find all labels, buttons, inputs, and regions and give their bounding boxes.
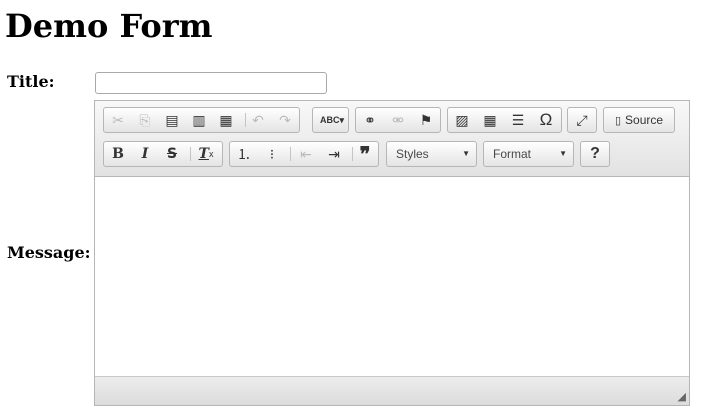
title-input[interactable]	[95, 72, 327, 94]
spellcheck-group: ABC▾	[312, 107, 349, 133]
outdent-icon[interactable]: ⇤	[292, 142, 320, 166]
basic-styles-group: B I S Tx	[103, 141, 223, 167]
message-label: Message:	[7, 243, 91, 262]
source-label: Source	[625, 113, 664, 127]
link-group: ⚭ ⚮ ⚑	[355, 107, 441, 133]
rich-text-editor: ✂ ⎘ ▤ ▥ ▦ ↶ ↷ ABC▾ ⚭ ⚮ ⚑ ▨ ▦ ☰ Ω ⤢ ▯ Sou…	[94, 100, 690, 406]
chevron-down-icon: ▼	[559, 149, 567, 158]
remove-format-icon[interactable]: Tx	[192, 142, 220, 166]
editor-content-area[interactable]	[95, 177, 689, 377]
source-group: ▯ Source	[603, 107, 675, 133]
help-icon[interactable]: ?	[581, 142, 609, 166]
title-label: Title:	[7, 72, 55, 91]
page-title: Demo Form	[5, 7, 213, 45]
table-icon[interactable]: ▦	[476, 108, 504, 132]
source-icon: ▯	[614, 114, 622, 127]
special-char-icon[interactable]: Ω	[532, 108, 560, 132]
link-icon[interactable]: ⚭	[356, 108, 384, 132]
image-icon[interactable]: ▨	[448, 108, 476, 132]
horizontal-line-icon[interactable]: ☰	[504, 108, 532, 132]
anchor-icon[interactable]: ⚑	[412, 108, 440, 132]
editor-bottom-bar: ◢	[95, 376, 689, 405]
resize-handle-icon[interactable]: ◢	[678, 390, 686, 403]
blockquote-icon[interactable]: ❞	[351, 142, 379, 166]
maximize-group: ⤢	[567, 107, 597, 133]
insert-group: ▨ ▦ ☰ Ω	[447, 107, 562, 133]
source-button[interactable]: ▯ Source	[604, 108, 674, 132]
cut-icon[interactable]: ✂	[104, 108, 132, 132]
paste-icon[interactable]: ▤	[158, 108, 186, 132]
paste-text-icon[interactable]: ▥	[185, 108, 213, 132]
paste-from-word-icon[interactable]: ▦	[212, 108, 240, 132]
clipboard-group: ✂ ⎘ ▤ ▥ ▦ ↶ ↷	[103, 107, 300, 133]
redo-icon[interactable]: ↷	[271, 108, 299, 132]
spellcheck-icon[interactable]: ABC▾	[315, 108, 349, 132]
bold-icon[interactable]: B	[104, 142, 132, 166]
styles-label: Styles	[396, 147, 429, 161]
undo-icon[interactable]: ↶	[244, 108, 272, 132]
italic-icon[interactable]: I	[131, 142, 159, 166]
format-dropdown[interactable]: Format ▼	[483, 141, 574, 167]
editor-toolbar: ✂ ⎘ ▤ ▥ ▦ ↶ ↷ ABC▾ ⚭ ⚮ ⚑ ▨ ▦ ☰ Ω ⤢ ▯ Sou…	[95, 101, 689, 177]
indent-icon[interactable]: ⇥	[320, 142, 348, 166]
bulleted-list-icon[interactable]: ⁝	[258, 142, 286, 166]
numbered-list-icon[interactable]: ⒈	[230, 142, 258, 166]
separator	[290, 147, 291, 161]
copy-icon[interactable]: ⎘	[131, 108, 159, 132]
separator	[190, 147, 191, 161]
styles-dropdown[interactable]: Styles ▼	[386, 141, 477, 167]
help-group: ?	[580, 141, 610, 167]
format-label: Format	[493, 147, 532, 161]
strikethrough-icon[interactable]: S	[158, 142, 186, 166]
unlink-icon[interactable]: ⚮	[384, 108, 412, 132]
chevron-down-icon: ▼	[462, 149, 470, 158]
maximize-icon[interactable]: ⤢	[568, 108, 596, 132]
paragraph-group: ⒈ ⁝ ⇤ ⇥ ❞	[229, 141, 379, 167]
